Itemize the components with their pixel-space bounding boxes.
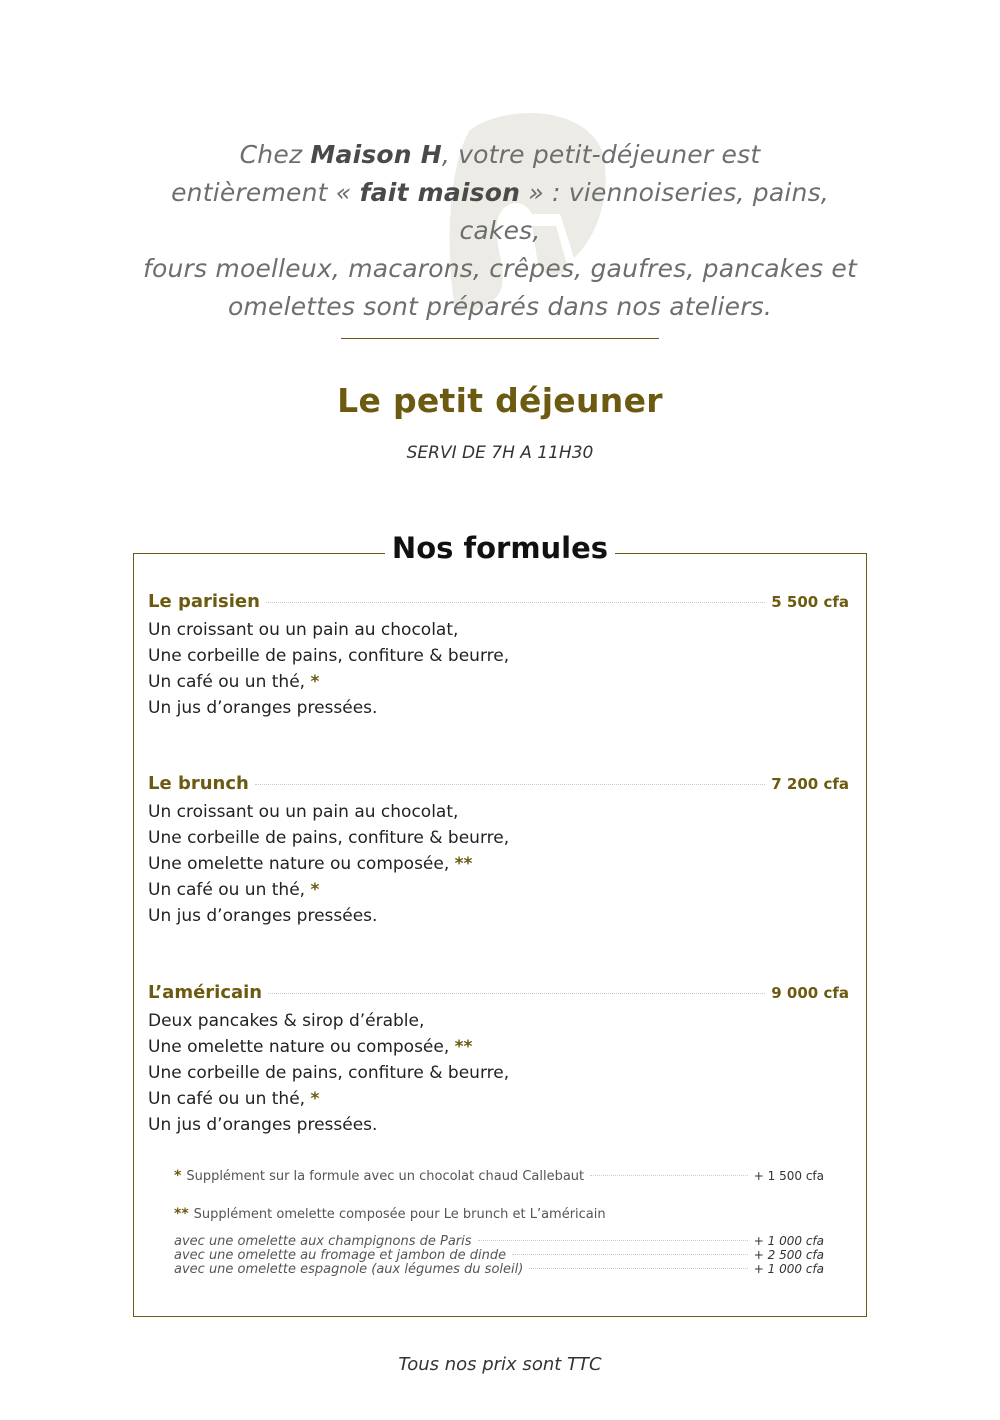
formula-line: Un café ou un thé, * <box>148 1089 320 1109</box>
formula-line: Un jus d’oranges pressées. <box>148 906 378 926</box>
intro-paragraph: Chez Maison H, votre petit-déjeuner est … <box>143 140 857 321</box>
dot-leader <box>254 784 766 785</box>
formula-line: Une omelette nature ou composée, ** <box>148 1037 473 1057</box>
homemade-emphasis: fait maison <box>359 178 521 207</box>
formula-americain: L’américain 9 000 cfa Deux pancakes & si… <box>148 982 849 1138</box>
supplement-notes: * Supplément sur la formule avec un choc… <box>174 1168 824 1277</box>
formula-line: Une corbeille de pains, confiture & beur… <box>148 1063 510 1083</box>
supplement-omelette: ** Supplément omelette composée pour Le … <box>174 1206 606 1222</box>
formula-line: Un café ou un thé, * <box>148 672 320 692</box>
formula-line: Un croissant ou un pain au chocolat, <box>148 620 459 640</box>
supplement-text: Supplément sur la formule avec un chocol… <box>186 1169 585 1184</box>
section-title: Nos formules <box>385 531 615 565</box>
dot-leader <box>590 1175 748 1176</box>
supplement-text: Supplément omelette composée pour Le bru… <box>193 1207 606 1222</box>
formula-name: L’américain <box>148 982 263 1003</box>
formula-line: Un croissant ou un pain au chocolat, <box>148 802 459 822</box>
dot-leader <box>477 1240 748 1241</box>
formula-line: Un jus d’oranges pressées. <box>148 698 378 718</box>
omelette-option: avec une omelette au fromage et jambon d… <box>174 1248 824 1263</box>
service-hours: SERVI DE 7H A 11H30 <box>406 443 594 463</box>
dot-leader <box>512 1254 748 1255</box>
supplement-price: + 1 500 cfa <box>753 1169 824 1183</box>
formula-price: 9 000 cfa <box>771 984 849 1002</box>
formula-line: Un jus d’oranges pressées. <box>148 1115 378 1135</box>
formula-price: 7 200 cfa <box>771 775 849 793</box>
supplement-chocolate: * Supplément sur la formule avec un choc… <box>174 1168 824 1184</box>
formula-name: Le brunch <box>148 773 249 794</box>
formula-line: Un café ou un thé, * <box>148 880 320 900</box>
title-divider <box>341 338 659 339</box>
formula-line: Une corbeille de pains, confiture & beur… <box>148 646 510 666</box>
brand-name: Maison H <box>310 140 442 169</box>
formula-parisien: Le parisien 5 500 cfa Un croissant ou un… <box>148 591 849 721</box>
formula-line: Une corbeille de pains, confiture & beur… <box>148 828 510 848</box>
dot-leader <box>265 602 766 603</box>
omelette-option: avec une omelette aux champignons de Par… <box>174 1234 824 1249</box>
formula-line: Deux pancakes & sirop d’érable, <box>148 1011 425 1031</box>
dot-leader <box>529 1268 748 1269</box>
formula-brunch: Le brunch 7 200 cfa Un croissant ou un p… <box>148 773 849 929</box>
tax-note: Tous nos prix sont TTC <box>398 1354 602 1375</box>
formula-line: Une omelette nature ou composée, ** <box>148 854 473 874</box>
page-title: Le petit déjeuner <box>337 381 663 420</box>
dot-leader <box>268 993 766 994</box>
omelette-option: avec une omelette espagnole (aux légumes… <box>174 1262 824 1277</box>
formula-price: 5 500 cfa <box>771 593 849 611</box>
formula-name: Le parisien <box>148 591 260 612</box>
